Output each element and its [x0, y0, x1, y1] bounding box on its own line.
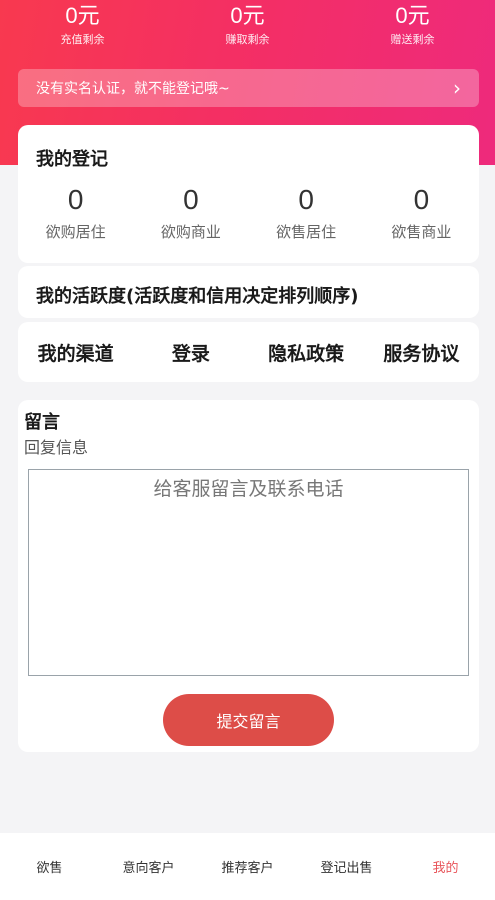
quick-links-card: 我的渠道 登录 隐私政策 服务协议: [18, 322, 479, 382]
balance-gift[interactable]: 0元 赠送剩余: [330, 0, 495, 60]
balance-value: 0元: [230, 3, 265, 28]
tab-mine[interactable]: 我的: [396, 857, 495, 876]
registration-stats: 0 欲购居住 0 欲购商业 0 欲售居住 0 欲售商业: [18, 183, 479, 243]
balance-label: 赠送剩余: [390, 33, 435, 46]
stat-label: 欲售商业: [391, 223, 452, 241]
message-title: 留言: [24, 412, 60, 433]
stat-value: 0: [298, 184, 314, 215]
activity-title: 我的活跃度(活跃度和信用决定排列顺序): [36, 286, 359, 307]
tab-intended-customers[interactable]: 意向客户: [99, 857, 198, 876]
tab-register-sale[interactable]: 登记出售: [297, 857, 396, 876]
stat-label: 欲购商业: [160, 223, 221, 241]
verification-notice[interactable]: 没有实名认证，就不能登记哦~ ›: [18, 69, 479, 107]
stat-value: 0: [183, 184, 199, 215]
stat-value: 0: [67, 184, 84, 215]
balance-value: 0元: [65, 3, 100, 28]
bottom-tab-bar: 欲售 意向客户 推荐客户 登记出售 我的: [0, 833, 495, 900]
stat-label: 欲购居住: [45, 223, 106, 241]
message-subtitle: 回复信息: [24, 438, 89, 457]
my-registration-card: 我的登记 0 欲购居住 0 欲购商业 0 欲售居住 0 欲售商业: [18, 125, 479, 263]
stat-buy-commercial[interactable]: 0 欲购商业: [133, 183, 248, 243]
stat-label: 欲售居住: [276, 223, 337, 241]
notice-text: 没有实名认证，就不能登记哦~: [36, 81, 230, 97]
registration-title: 我的登记: [36, 149, 108, 170]
balance-earned[interactable]: 0元 赚取剩余: [165, 0, 330, 60]
balance-label: 赚取剩余: [225, 33, 270, 46]
tab-recommended-customers[interactable]: 推荐客户: [198, 857, 297, 876]
balance-label: 充值剩余: [60, 33, 105, 46]
message-input[interactable]: [28, 469, 469, 676]
message-card: 留言 回复信息 提交留言: [18, 400, 479, 752]
link-login[interactable]: 登录: [133, 339, 248, 366]
balance-recharge[interactable]: 0元 充值剩余: [0, 0, 165, 60]
submit-message-button[interactable]: 提交留言: [163, 694, 334, 746]
balance-summary: 0元 充值剩余 0元 赚取剩余 0元 赠送剩余: [0, 0, 495, 60]
balance-value: 0元: [395, 3, 430, 28]
link-privacy-policy[interactable]: 隐私政策: [249, 339, 364, 366]
stat-sell-commercial[interactable]: 0 欲售商业: [364, 183, 479, 243]
link-my-channel[interactable]: 我的渠道: [18, 339, 133, 366]
link-service-agreement[interactable]: 服务协议: [364, 339, 479, 366]
chevron-right-icon: ›: [453, 76, 461, 100]
stat-value: 0: [413, 184, 430, 215]
stat-buy-residential[interactable]: 0 欲购居住: [18, 183, 133, 243]
stat-sell-residential[interactable]: 0 欲售居住: [249, 183, 364, 243]
activity-card[interactable]: 我的活跃度(活跃度和信用决定排列顺序): [18, 266, 479, 318]
tab-for-sale[interactable]: 欲售: [0, 857, 99, 876]
